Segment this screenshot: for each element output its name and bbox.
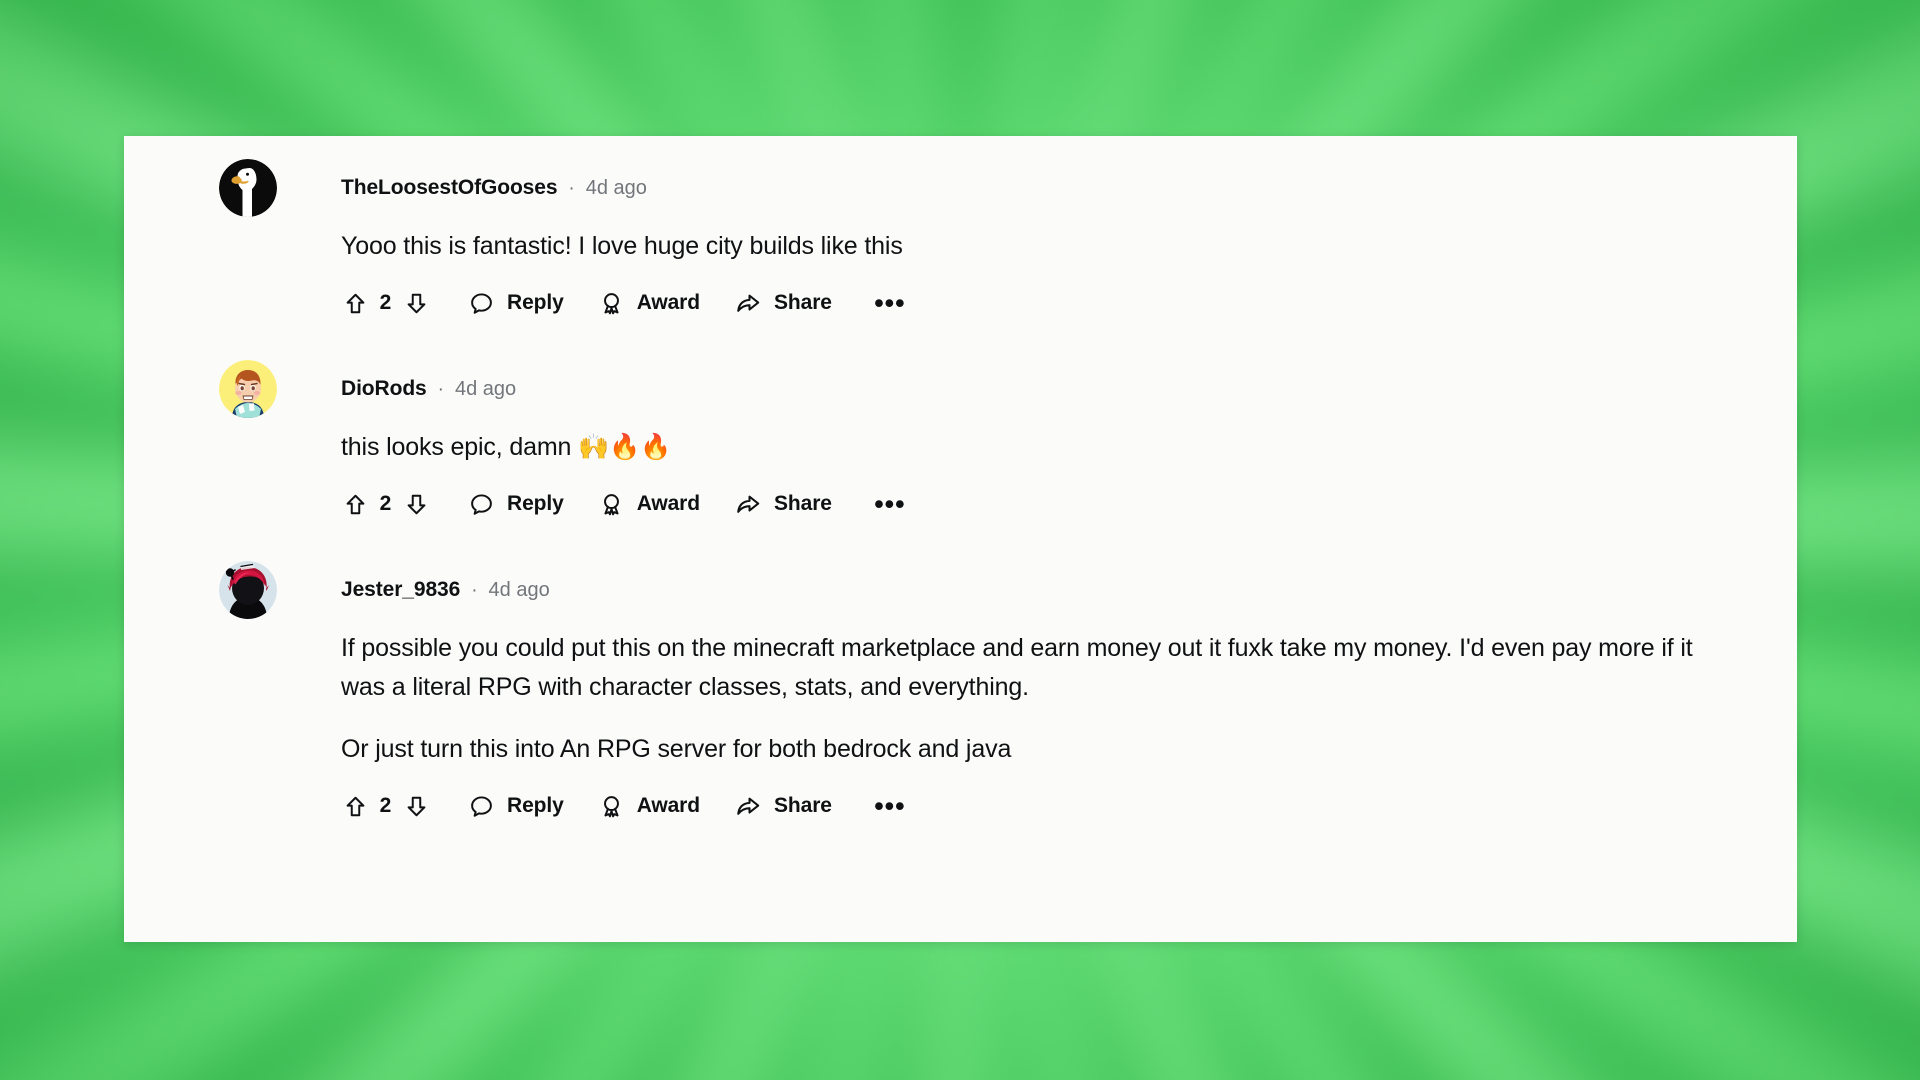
award-button[interactable]: Award bbox=[599, 291, 700, 316]
cartoon-boy-avatar[interactable] bbox=[219, 360, 277, 418]
meta-separator: · bbox=[471, 579, 478, 601]
comment-action-bar: 2 Reply Award Share ••• bbox=[124, 481, 1757, 527]
comment-header: DioRods · 4d ago bbox=[124, 360, 1757, 418]
comment-item: DioRods · 4d ago this looks epic, damn 🙌… bbox=[124, 360, 1797, 527]
upvote-arrow-icon[interactable] bbox=[337, 486, 373, 522]
comment-header: Jester_9836 · 4d ago bbox=[124, 561, 1757, 619]
comment-thread-card: TheLoosestOfGooses · 4d ago Yooo this is… bbox=[124, 136, 1797, 942]
award-ribbon-icon bbox=[599, 794, 624, 819]
comment-item: TheLoosestOfGooses · 4d ago Yooo this is… bbox=[124, 159, 1797, 326]
share-label: Share bbox=[774, 291, 832, 314]
comment-spacer bbox=[124, 527, 1797, 564]
award-label: Award bbox=[636, 492, 700, 515]
reply-label: Reply bbox=[507, 794, 564, 817]
downvote-arrow-icon[interactable] bbox=[398, 486, 434, 522]
reply-button[interactable]: Reply bbox=[469, 291, 564, 316]
vote-group: 2 bbox=[337, 285, 434, 321]
comment-body: Yooo this is fantastic! I love huge city… bbox=[124, 227, 1757, 266]
share-button[interactable]: Share bbox=[735, 491, 832, 517]
comment-header: TheLoosestOfGooses · 4d ago bbox=[124, 159, 1757, 217]
reply-label: Reply bbox=[507, 291, 564, 314]
upvote-arrow-icon[interactable] bbox=[337, 285, 373, 321]
comment-paragraph: this looks epic, damn 🙌🔥🔥 bbox=[341, 433, 672, 461]
comment-username[interactable]: Jester_9836 bbox=[341, 578, 460, 602]
comment-username[interactable]: DioRods bbox=[341, 377, 427, 401]
share-arrow-icon bbox=[735, 491, 761, 517]
speech-bubble-icon bbox=[469, 291, 494, 316]
comment-timestamp: 4d ago bbox=[454, 377, 517, 400]
more-options-button[interactable]: ••• bbox=[872, 486, 908, 522]
award-button[interactable]: Award bbox=[599, 794, 700, 819]
more-options-button[interactable]: ••• bbox=[872, 788, 908, 824]
vote-group: 2 bbox=[337, 788, 434, 824]
comment-timestamp: 4d ago bbox=[488, 578, 550, 601]
comment-username[interactable]: TheLoosestOfGooses bbox=[341, 176, 558, 200]
more-options-button[interactable]: ••• bbox=[872, 285, 908, 321]
downvote-arrow-icon[interactable] bbox=[398, 788, 434, 824]
share-label: Share bbox=[774, 794, 832, 817]
share-button[interactable]: Share bbox=[735, 290, 832, 316]
reply-label: Reply bbox=[507, 492, 564, 515]
comment-spacer bbox=[124, 326, 1797, 363]
comment-body: If possible you could put this on the mi… bbox=[124, 629, 1757, 769]
award-ribbon-icon bbox=[599, 291, 624, 316]
reply-button[interactable]: Reply bbox=[469, 492, 564, 517]
share-button[interactable]: Share bbox=[735, 793, 832, 819]
share-label: Share bbox=[774, 492, 832, 515]
overflow-dots-icon: ••• bbox=[874, 287, 906, 318]
downvote-arrow-icon[interactable] bbox=[398, 285, 434, 321]
overflow-dots-icon: ••• bbox=[874, 790, 906, 821]
upvote-arrow-icon[interactable] bbox=[337, 788, 373, 824]
share-arrow-icon bbox=[735, 793, 761, 819]
comment-paragraph: Yooo this is fantastic! I love huge city… bbox=[341, 232, 903, 260]
meta-separator: · bbox=[437, 378, 444, 400]
comment-body: this looks epic, damn 🙌🔥🔥 bbox=[124, 428, 1757, 467]
speech-bubble-icon bbox=[469, 492, 494, 517]
share-arrow-icon bbox=[735, 290, 761, 316]
comment-item: Jester_9836 · 4d ago If possible you cou… bbox=[124, 561, 1797, 829]
vote-group: 2 bbox=[337, 486, 434, 522]
red-hair-avatar[interactable] bbox=[219, 561, 277, 619]
award-ribbon-icon bbox=[599, 492, 624, 517]
comment-paragraph: If possible you could put this on the mi… bbox=[341, 634, 1693, 701]
comment-paragraph: Or just turn this into An RPG server for… bbox=[341, 735, 1012, 763]
comment-timestamp: 4d ago bbox=[585, 176, 647, 199]
meta-separator: · bbox=[568, 177, 575, 199]
vote-count: 2 bbox=[379, 794, 392, 817]
comment-action-bar: 2 Reply Award Share ••• bbox=[124, 280, 1757, 326]
vote-count: 2 bbox=[379, 492, 392, 515]
overflow-dots-icon: ••• bbox=[874, 488, 906, 519]
award-label: Award bbox=[636, 794, 700, 817]
comment-action-bar: 2 Reply Award Share ••• bbox=[124, 783, 1757, 829]
vote-count: 2 bbox=[379, 291, 392, 314]
goose-avatar[interactable] bbox=[219, 159, 277, 217]
speech-bubble-icon bbox=[469, 794, 494, 819]
award-button[interactable]: Award bbox=[599, 492, 700, 517]
award-label: Award bbox=[636, 291, 700, 314]
reply-button[interactable]: Reply bbox=[469, 794, 564, 819]
